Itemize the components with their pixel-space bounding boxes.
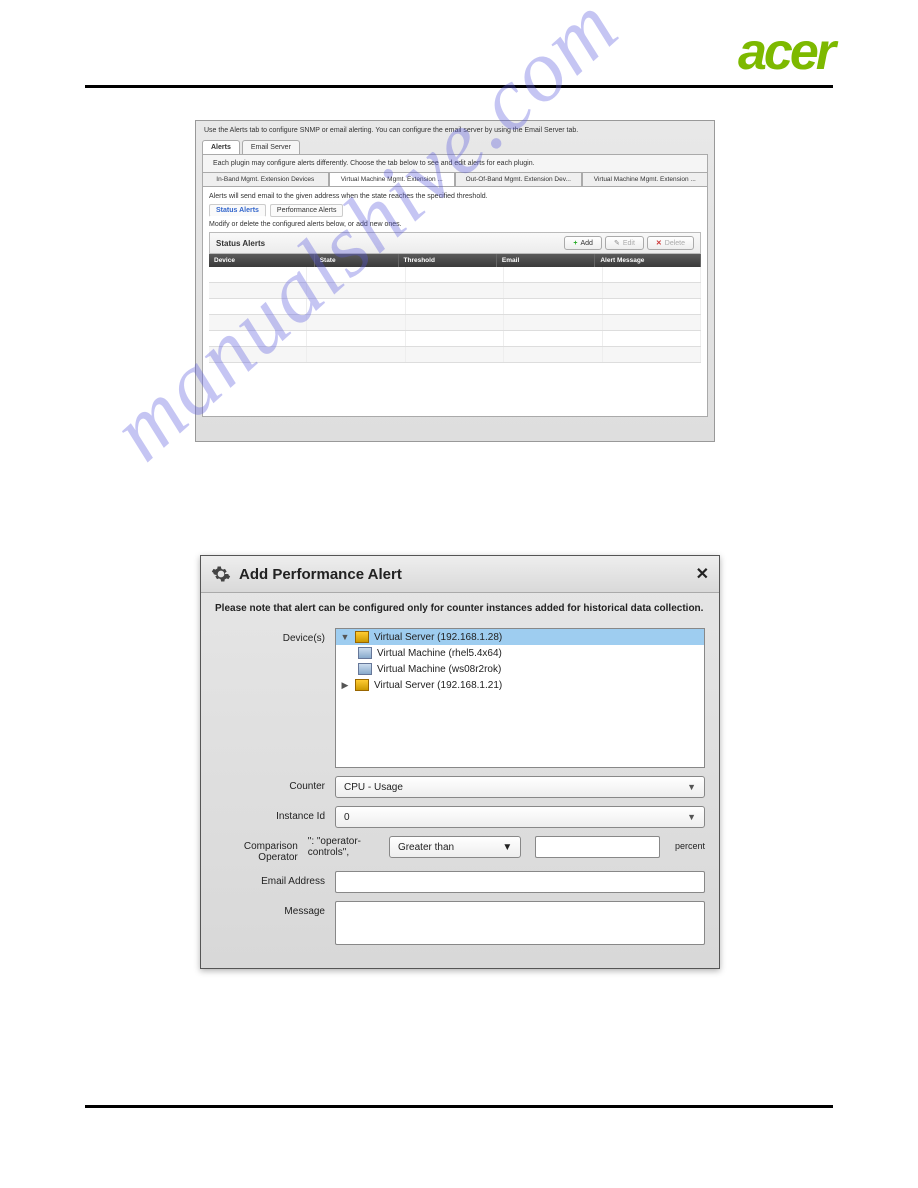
row-instance: Instance Id 0 ▼ — [201, 802, 719, 832]
dialog-header: Add Performance Alert ✕ — [201, 556, 719, 593]
server-icon — [355, 679, 369, 691]
instance-value: 0 — [344, 812, 350, 823]
label-email: Email Address — [215, 871, 325, 887]
col-state: State — [315, 254, 399, 267]
row-devices: Device(s) Virtual Server (192.168.1.28) … — [201, 624, 719, 772]
delete-button[interactable]: ✕Delete — [647, 236, 694, 250]
alerts-note: Alerts will send email to the given addr… — [209, 193, 701, 200]
table-row — [209, 299, 701, 315]
tab-oob[interactable]: Out-Of-Band Mgmt. Extension Dev... — [455, 172, 582, 187]
main-tabs: Alerts Email Server — [202, 140, 708, 154]
label-message: Message — [215, 901, 325, 917]
email-input[interactable] — [335, 871, 705, 893]
tab-vm2[interactable]: Virtual Machine Mgmt. Extension ... — [582, 172, 709, 187]
brand-logo: acer — [738, 22, 833, 82]
tree-vm-2[interactable]: Virtual Machine (ws08r2rok) — [336, 661, 704, 677]
plugin-tabs: In-Band Mgmt. Extension Devices Virtual … — [202, 172, 708, 187]
col-threshold: Threshold — [399, 254, 497, 267]
counter-value: CPU - Usage — [344, 782, 403, 793]
table-row — [209, 315, 701, 331]
footer-rule — [85, 1105, 833, 1108]
tree-label: Virtual Machine (ws08r2rok) — [377, 664, 501, 675]
vm-icon — [358, 663, 372, 675]
chevron-down-icon: ▼ — [687, 812, 696, 822]
edit-button[interactable]: ✎Edit — [605, 236, 644, 250]
col-message: Alert Message — [595, 254, 701, 267]
alerts-config-panel: Use the Alerts tab to configure SNMP or … — [195, 120, 715, 442]
header-rule — [85, 85, 833, 88]
tree-label: Virtual Server (192.168.1.21) — [374, 680, 502, 691]
col-device: Device — [209, 254, 315, 267]
dialog-note: Please note that alert can be configured… — [201, 593, 719, 624]
alerts-table-header: Device State Threshold Email Alert Messa… — [209, 254, 701, 267]
server-icon — [355, 631, 369, 643]
tab-alerts[interactable]: Alerts — [202, 140, 240, 154]
alert-type-tabs: Status Alerts Performance Alerts — [209, 204, 701, 217]
modify-note: Modify or delete the configured alerts b… — [209, 221, 701, 228]
operator-select[interactable]: Greater than ▼ — [389, 836, 521, 858]
tree-server-2[interactable]: Virtual Server (192.168.1.21) — [336, 677, 704, 693]
dialog-title: Add Performance Alert — [239, 566, 402, 583]
table-row — [209, 347, 701, 363]
plus-icon: + — [573, 240, 577, 247]
row-counter: Counter CPU - Usage ▼ — [201, 772, 719, 802]
label-instance: Instance Id — [215, 806, 325, 822]
col-email: Email — [497, 254, 595, 267]
intro-text: Use the Alerts tab to configure SNMP or … — [196, 121, 714, 140]
status-toolbar: Status Alerts +Add ✎Edit ✕Delete — [209, 232, 701, 254]
add-button[interactable]: +Add — [564, 236, 602, 250]
tab-status-alerts[interactable]: Status Alerts — [209, 204, 266, 217]
tab-email-server[interactable]: Email Server — [242, 140, 300, 154]
toolbar-buttons: +Add ✎Edit ✕Delete — [564, 236, 694, 250]
edit-label: Edit — [623, 240, 635, 247]
add-performance-alert-dialog: Add Performance Alert ✕ Please note that… — [200, 555, 720, 969]
tab-performance-alerts[interactable]: Performance Alerts — [270, 204, 344, 217]
close-icon[interactable]: ✕ — [696, 564, 709, 584]
chevron-down-icon: ▼ — [502, 842, 512, 853]
operator-value: Greater than — [398, 842, 454, 853]
alerts-table-body — [209, 267, 701, 363]
plugin-desc: Each plugin may configure alerts differe… — [202, 154, 708, 172]
device-tree[interactable]: Virtual Server (192.168.1.28) Virtual Ma… — [335, 628, 705, 768]
tree-label: Virtual Server (192.168.1.28) — [374, 632, 502, 643]
chevron-down-icon[interactable] — [340, 632, 350, 642]
counter-select[interactable]: CPU - Usage ▼ — [335, 776, 705, 798]
pencil-icon: ✎ — [614, 239, 620, 247]
page-header: acer — [738, 22, 833, 82]
tab-vm1[interactable]: Virtual Machine Mgmt. Extension ... — [329, 172, 456, 187]
label-operator: Comparison Operator — [215, 836, 298, 863]
delete-label: Delete — [665, 240, 685, 247]
label-counter: Counter — [215, 776, 325, 792]
alerts-inner: Alerts will send email to the given addr… — [202, 187, 708, 417]
chevron-right-icon[interactable] — [340, 680, 350, 691]
label-devices: Device(s) — [215, 628, 325, 644]
message-textarea[interactable] — [335, 901, 705, 945]
section-title: Status Alerts — [216, 239, 265, 248]
tree-label: Virtual Machine (rhel5.4x64) — [377, 648, 502, 659]
row-operator: Comparison Operator ": "operator-control… — [201, 832, 719, 867]
chevron-down-icon: ▼ — [687, 782, 696, 792]
gear-icon — [211, 564, 231, 584]
threshold-input[interactable] — [535, 836, 660, 858]
unit-label: percent — [675, 836, 705, 851]
tab-inband[interactable]: In-Band Mgmt. Extension Devices — [202, 172, 329, 187]
tree-server-1[interactable]: Virtual Server (192.168.1.28) — [336, 629, 704, 645]
table-row — [209, 331, 701, 347]
row-message: Message — [201, 897, 719, 949]
delete-icon: ✕ — [656, 239, 662, 247]
vm-icon — [358, 647, 372, 659]
instance-select[interactable]: 0 ▼ — [335, 806, 705, 828]
table-row — [209, 267, 701, 283]
row-email: Email Address — [201, 867, 719, 897]
add-label: Add — [580, 240, 592, 247]
tree-vm-1[interactable]: Virtual Machine (rhel5.4x64) — [336, 645, 704, 661]
table-row — [209, 283, 701, 299]
